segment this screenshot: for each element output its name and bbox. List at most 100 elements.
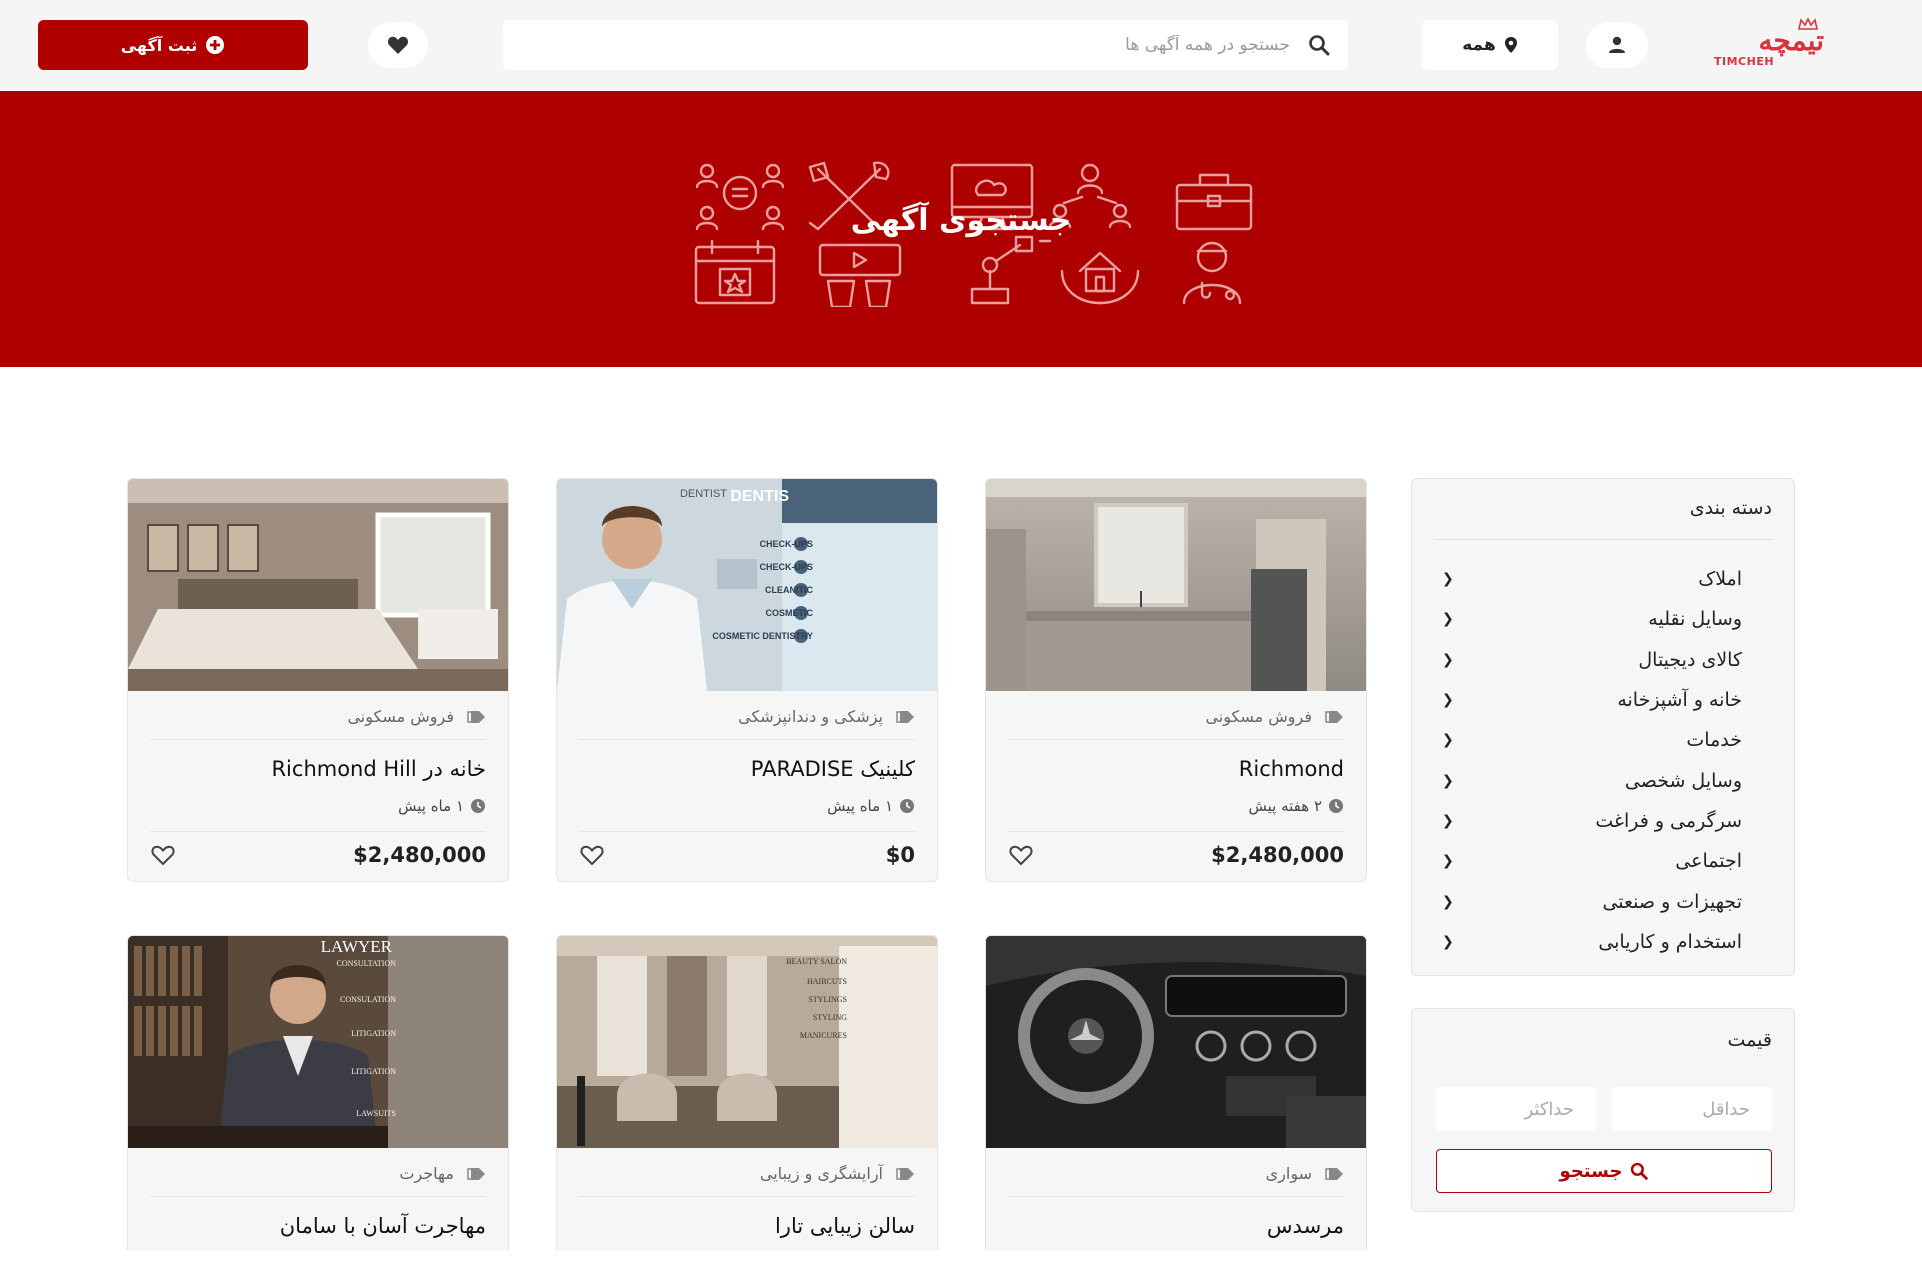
post-ad-label: ثبت آگهی (120, 35, 198, 55)
category-label: وسایل شخصی (1624, 769, 1742, 792)
image-text-litigation-2: LITIGATION (351, 1067, 396, 1076)
chevron-left-icon: ❯ (1442, 611, 1454, 628)
tag-icon (1325, 1167, 1343, 1180)
listing-image-kitchen[interactable] (986, 479, 1366, 691)
tag-icon (467, 710, 485, 723)
logo-text: تیمچه (1758, 24, 1824, 57)
hero-banner: جستجوی آگهی (0, 91, 1922, 367)
listing-card[interactable]: BEAUTY SALON HAIRCUTS STYLINGS STYLING M… (556, 935, 938, 1275)
listing-time-label: ۱ ماه پیش (398, 797, 464, 815)
heart-icon[interactable] (579, 843, 605, 867)
listing-image-salon[interactable]: BEAUTY SALON HAIRCUTS STYLINGS STYLING M… (557, 936, 937, 1148)
calendar-icon (694, 239, 776, 305)
listing-card[interactable]: سواری مرسدس (985, 935, 1367, 1275)
category-panel-title: دسته بندی (1689, 497, 1772, 519)
image-text-litigation-1: LITIGATION (351, 1029, 396, 1038)
tag-icon (896, 1167, 914, 1180)
post-ad-button[interactable]: ثبت آگهی (38, 20, 308, 70)
page-title: جستجوی آگهی (850, 203, 1072, 238)
image-text-checkups-2: CHECK-UPS (759, 562, 813, 572)
category-item-vehicles[interactable]: وسایل نقلیه ❯ (1442, 599, 1742, 639)
heart-icon (387, 36, 409, 54)
chevron-left-icon: ❯ (1442, 651, 1454, 668)
category-item-industrial[interactable]: تجهیزات و صنعتی ❯ (1442, 881, 1742, 921)
listing-price: $2,480,000 (1211, 843, 1344, 867)
divider (150, 1196, 486, 1197)
listing-card[interactable]: فروش مسکونی خانه در Richmond Hill ۱ ماه … (127, 478, 509, 882)
doctor-icon (1182, 241, 1242, 305)
listing-card[interactable]: DENTIST DENTIS CHECK-UPS CHECK-UPS CLEAN… (556, 478, 938, 882)
image-text-checkups-1: CHECK-UPS (759, 539, 813, 549)
listing-category: آرایشگری و زیبایی (760, 1164, 915, 1183)
cinema-icon (818, 243, 902, 307)
listing-image-car[interactable] (986, 936, 1366, 1148)
listing-time: ۲ هفته پیش (1249, 797, 1345, 815)
listing-category: پزشکی و دندانپزشکی (738, 707, 915, 726)
robot-arm-icon (970, 235, 1052, 305)
listing-category: فروش مسکونی (1205, 707, 1344, 726)
listing-category: فروش مسکونی (347, 707, 486, 726)
divider (1008, 831, 1344, 832)
chevron-left-icon: ❯ (1442, 772, 1454, 789)
listing-time-label: ۱ ماه پیش (827, 797, 893, 815)
listing-category-label: مهاجرت (399, 1164, 454, 1183)
category-label: سرگرمی و فراغت (1595, 809, 1742, 832)
listing-title[interactable]: مهاجرت آسان با سامان (280, 1214, 486, 1238)
price-min-input[interactable] (1612, 1087, 1772, 1131)
plus-circle-icon (206, 36, 225, 54)
category-item-social[interactable]: اجتماعی ❯ (1442, 841, 1742, 881)
category-label: استخدام و کاریابی (1598, 930, 1742, 953)
price-max-input[interactable] (1436, 1087, 1596, 1131)
divider (150, 831, 486, 832)
listing-card[interactable]: فروش مسکونی Richmond ۲ هفته پیش $2,480,0… (985, 478, 1367, 882)
search-icon[interactable] (1308, 34, 1330, 56)
category-label: تجهیزات و صنعتی (1602, 890, 1742, 913)
listing-title[interactable]: خانه در Richmond Hill (271, 757, 486, 781)
category-item-real-estate[interactable]: املاک ❯ (1442, 559, 1742, 599)
category-item-services[interactable]: خدمات ❯ (1442, 720, 1742, 760)
category-label: اجتماعی (1675, 850, 1742, 873)
site-logo[interactable]: تیمچه TIMCHEH (1708, 18, 1824, 70)
listing-image-dentist[interactable]: DENTIST DENTIS CHECK-UPS CHECK-UPS CLEAN… (557, 479, 937, 691)
price-search-button[interactable]: جستجو (1436, 1149, 1772, 1193)
divider (1008, 739, 1344, 740)
divider (579, 831, 915, 832)
category-filter-panel: دسته بندی املاک ❯ وسایل نقلیه ❯ کالای دیجی… (1411, 478, 1795, 976)
category-item-home-kitchen[interactable]: خانه و آشپزخانه ❯ (1442, 680, 1742, 720)
category-list: املاک ❯ وسایل نقلیه ❯ کالای دیجیتال ❯ خانه … (1442, 559, 1742, 962)
chevron-left-icon: ❯ (1442, 933, 1454, 950)
category-item-digital[interactable]: کالای دیجیتال ❯ (1442, 640, 1742, 680)
favorites-button[interactable] (368, 22, 428, 68)
listing-image-lawyer[interactable]: LAWYER CONSULTATION CONSULATION LITIGATI… (128, 936, 508, 1148)
category-item-jobs[interactable]: استخدام و کاریابی ❯ (1442, 922, 1742, 962)
listing-price: $0 (885, 843, 915, 867)
category-item-entertainment[interactable]: سرگرمی و فراغت ❯ (1442, 801, 1742, 841)
image-text-cosmetic-dentistry: COSMETIC DENTISTRY (712, 631, 813, 641)
tag-icon (467, 1167, 485, 1180)
heart-icon[interactable] (1008, 843, 1034, 867)
image-text-lawyer: LAWYER (321, 937, 393, 956)
listing-title[interactable]: Richmond (1239, 757, 1344, 781)
listing-title[interactable]: سالن زیبایی تارا (775, 1214, 915, 1238)
search-input[interactable] (548, 35, 1308, 55)
location-label: همه (1462, 35, 1496, 55)
search-icon (1631, 1162, 1649, 1180)
location-selector[interactable]: همه (1422, 20, 1558, 70)
user-account-button[interactable] (1586, 22, 1648, 68)
divider (579, 739, 915, 740)
listing-category-label: سواری (1265, 1164, 1312, 1183)
category-label: املاک (1698, 568, 1742, 591)
listing-title[interactable]: کلینیک PARADISE (751, 757, 915, 781)
listing-category: مهاجرت (399, 1164, 486, 1183)
image-text-lawsuits: LAWSUITS (356, 1109, 396, 1118)
category-item-personal[interactable]: وسایل شخصی ❯ (1442, 760, 1742, 800)
heart-icon[interactable] (150, 843, 176, 867)
listing-title[interactable]: مرسدس (1267, 1214, 1344, 1238)
listing-time: ۱ ماه پیش (827, 797, 915, 815)
price-search-label: جستجو (1559, 1160, 1623, 1182)
listing-image-bedroom[interactable] (128, 479, 508, 691)
price-filter-panel: قیمت جستجو (1411, 1008, 1795, 1212)
listing-card[interactable]: LAWYER CONSULTATION CONSULATION LITIGATI… (127, 935, 509, 1275)
search-bar (503, 20, 1348, 70)
divider (1008, 1196, 1344, 1197)
